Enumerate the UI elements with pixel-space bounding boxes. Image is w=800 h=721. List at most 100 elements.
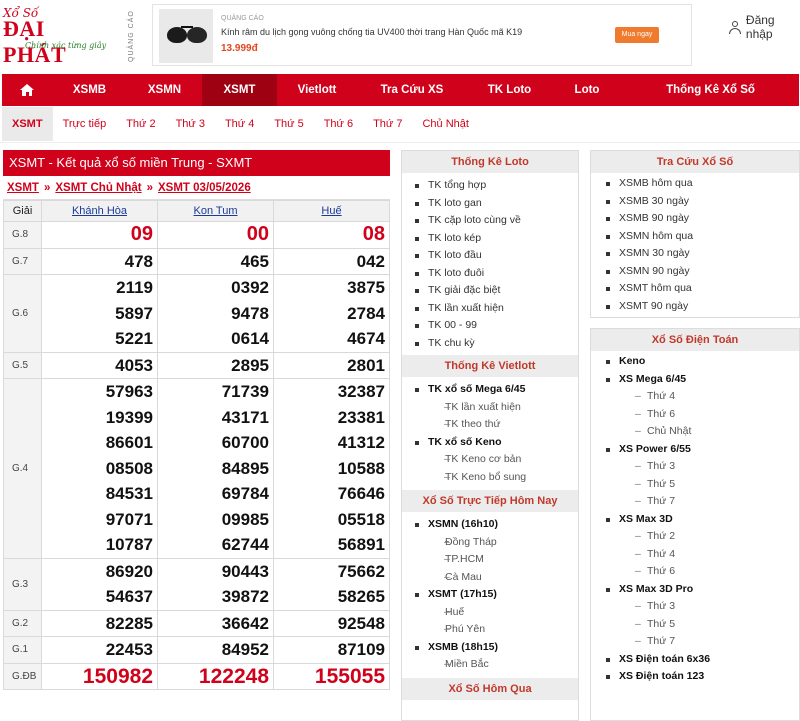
list-item[interactable]: Keno bbox=[606, 353, 799, 371]
nav-item-xsmt[interactable]: XSMT bbox=[202, 74, 277, 106]
prize-number: 2784 bbox=[347, 303, 385, 323]
prize-number: 08508 bbox=[105, 458, 153, 478]
prize-number: 155055 bbox=[314, 664, 385, 688]
list-item[interactable]: TK Keno cơ bản bbox=[415, 451, 578, 469]
prize-number: 43171 bbox=[221, 407, 269, 427]
subnav-thu-7[interactable]: Thứ 7 bbox=[363, 107, 412, 141]
ad-buy-button[interactable]: Mua ngay bbox=[615, 27, 659, 43]
list-item[interactable]: Cà Mau bbox=[415, 569, 578, 587]
subnav-truc-tiep[interactable]: Trực tiếp bbox=[53, 107, 117, 141]
list-item[interactable]: Thứ 2 bbox=[606, 528, 799, 546]
list-item[interactable]: XS Power 6/55 bbox=[606, 441, 799, 459]
ad-banner[interactable]: QUẢNG CÁO Kính râm du lịch gọng vuông ch… bbox=[152, 4, 692, 66]
list-item[interactable]: Thứ 4 bbox=[606, 388, 799, 406]
list-item[interactable]: Đồng Tháp bbox=[415, 534, 578, 552]
subnav-thu-2[interactable]: Thứ 2 bbox=[116, 107, 165, 141]
list-item[interactable]: Thứ 7 bbox=[606, 493, 799, 511]
breadcrumb-chu-nhat[interactable]: XSMT Chủ Nhật bbox=[55, 182, 141, 194]
list-item[interactable]: Thứ 5 bbox=[606, 616, 799, 634]
prize-number: 042 bbox=[356, 251, 385, 271]
list-item[interactable]: Miền Bắc bbox=[415, 656, 578, 674]
prize-number: 09 bbox=[130, 223, 153, 245]
prize-number: 22453 bbox=[105, 640, 153, 659]
list-item[interactable]: TK xổ số Keno bbox=[415, 434, 578, 452]
list-item[interactable]: XS Điện toán 6x36 bbox=[606, 651, 799, 669]
subnav-chu-nhat[interactable]: Chủ Nhật bbox=[412, 107, 478, 141]
list-item[interactable]: XSMN hôm qua bbox=[606, 228, 799, 246]
list-item[interactable]: XSMB 30 ngày bbox=[606, 193, 799, 211]
list-item[interactable]: TK cặp loto cùng về bbox=[415, 212, 578, 230]
breadcrumb-xsmt[interactable]: XSMT bbox=[7, 182, 39, 194]
list-item[interactable]: TK xổ số Mega 6/45 bbox=[415, 381, 578, 399]
home-icon bbox=[20, 84, 34, 96]
list-item[interactable]: XSMT 90 ngày bbox=[606, 298, 799, 316]
prize-cell: 465 bbox=[157, 247, 274, 275]
list-item[interactable]: XSMT hôm qua bbox=[606, 280, 799, 298]
nav-item-xsmb[interactable]: XSMB bbox=[52, 74, 127, 106]
list-item[interactable]: XS Max 3D Pro bbox=[606, 581, 799, 599]
list-item[interactable]: Huế bbox=[415, 604, 578, 622]
list-item[interactable]: Thứ 7 bbox=[606, 633, 799, 651]
list-item[interactable]: Phú Yên bbox=[415, 621, 578, 639]
list-item[interactable]: Thứ 3 bbox=[606, 598, 799, 616]
subnav-thu-4[interactable]: Thứ 4 bbox=[215, 107, 264, 141]
subnav-xsmt[interactable]: XSMT bbox=[2, 107, 53, 141]
list-item[interactable]: XSMN 90 ngày bbox=[606, 263, 799, 281]
list-item[interactable]: XSMN (16h10) bbox=[415, 516, 578, 534]
list-item[interactable]: XSMN 30 ngày bbox=[606, 245, 799, 263]
list-item[interactable]: TK loto kép bbox=[415, 230, 578, 248]
prize-cell: 042 bbox=[273, 247, 390, 275]
prize-label: G.ĐB bbox=[3, 662, 42, 690]
ad-title[interactable]: Kính râm du lịch gọng vuông chống tia UV… bbox=[221, 27, 522, 37]
list-item[interactable]: Thứ 4 bbox=[606, 546, 799, 564]
list-item[interactable]: TK tổng hợp bbox=[415, 177, 578, 195]
province-hue[interactable]: Huế bbox=[273, 200, 390, 222]
list-item[interactable]: TK Keno bổ sung bbox=[415, 469, 578, 487]
list-item[interactable]: TP.HCM bbox=[415, 551, 578, 569]
province-kon-tum[interactable]: Kon Tum bbox=[157, 200, 274, 222]
list-item[interactable]: Thứ 5 bbox=[606, 476, 799, 494]
list-item[interactable]: TK loto đầu bbox=[415, 247, 578, 265]
list-item[interactable]: TK loto gan bbox=[415, 195, 578, 213]
list-item[interactable]: TK loto đuôi bbox=[415, 265, 578, 283]
nav-item-loto[interactable]: Loto bbox=[552, 74, 622, 106]
subnav-thu-6[interactable]: Thứ 6 bbox=[314, 107, 363, 141]
list-item[interactable]: TK lần xuất hiện bbox=[415, 399, 578, 417]
list-item[interactable]: TK giải đặc biệt bbox=[415, 282, 578, 300]
nav-item-vietlott[interactable]: Vietlott bbox=[277, 74, 357, 106]
list-item[interactable]: TK theo thứ bbox=[415, 416, 578, 434]
prize-number: 54637 bbox=[105, 587, 153, 606]
list-item[interactable]: TK lần xuất hiện bbox=[415, 300, 578, 318]
list-item[interactable]: Thứ 6 bbox=[606, 406, 799, 424]
list-item[interactable]: Chủ Nhật bbox=[606, 423, 799, 441]
list-item[interactable]: TK chu kỳ bbox=[415, 335, 578, 353]
list-item[interactable]: TK 00 - 99 bbox=[415, 317, 578, 335]
list-item[interactable]: XS Max 3D bbox=[606, 511, 799, 529]
subnav-thu-5[interactable]: Thứ 5 bbox=[264, 107, 313, 141]
prize-number: 60700 bbox=[221, 433, 269, 452]
list-item[interactable]: Thứ 3 bbox=[606, 458, 799, 476]
subnav-thu-3[interactable]: Thứ 3 bbox=[166, 107, 215, 141]
nav-home[interactable] bbox=[2, 74, 52, 106]
prize-number: 465 bbox=[240, 251, 269, 271]
prize-number: 3875 bbox=[347, 278, 385, 297]
prize-cell: 155055 bbox=[273, 662, 390, 690]
login-link[interactable]: Đăng nhập bbox=[728, 13, 800, 41]
province-khanh-hoa[interactable]: Khánh Hòa bbox=[41, 200, 158, 222]
list-item[interactable]: XS Mega 6/45 bbox=[606, 371, 799, 389]
list-item[interactable]: XSMB 90 ngày bbox=[606, 210, 799, 228]
nav-item-thong-ke[interactable]: Thống Kê Xổ Số bbox=[622, 74, 799, 106]
prize-cell: 2895 bbox=[157, 351, 274, 379]
nav-item-tra-cuu[interactable]: Tra Cứu XS bbox=[357, 74, 467, 106]
list-item[interactable]: XSMB (18h15) bbox=[415, 639, 578, 657]
list-item[interactable]: XSMT (17h15) bbox=[415, 586, 578, 604]
prize-number: 478 bbox=[124, 251, 153, 271]
site-logo[interactable]: Xổ Số ĐẠI PHÁT Chính xác từng giây bbox=[3, 6, 113, 67]
list-item[interactable]: Thứ 6 bbox=[606, 563, 799, 581]
list-item[interactable]: XSMB hôm qua bbox=[606, 175, 799, 193]
nav-item-tk-loto[interactable]: TK Loto bbox=[467, 74, 552, 106]
nav-item-xsmn[interactable]: XSMN bbox=[127, 74, 202, 106]
stats-panel: Thống Kê Loto TK tổng hợp TK loto gan TK… bbox=[401, 150, 579, 721]
breadcrumb-date[interactable]: XSMT 03/05/2026 bbox=[158, 182, 251, 194]
list-item[interactable]: XS Điện toán 123 bbox=[606, 668, 799, 686]
